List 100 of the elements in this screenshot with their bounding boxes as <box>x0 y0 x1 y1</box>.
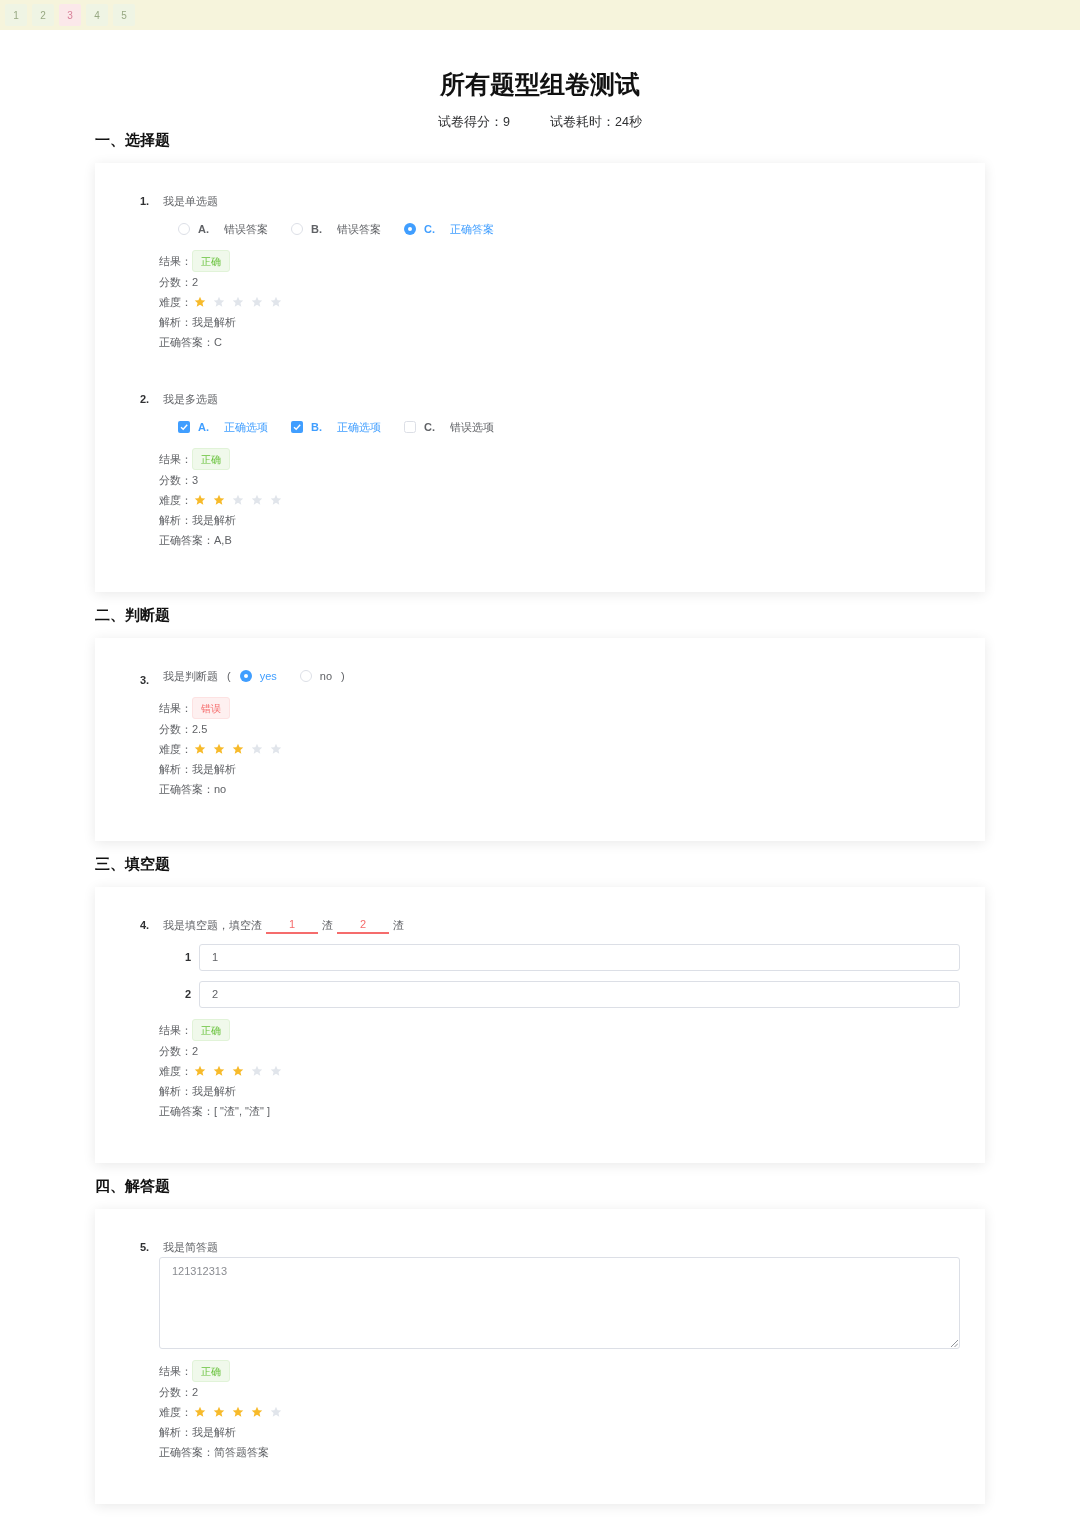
question-number: 2. <box>140 391 151 407</box>
star-icon <box>213 743 225 755</box>
question-nav-item[interactable]: 5 <box>113 4 135 26</box>
analysis-text: 解析：我是解析 <box>159 314 236 330</box>
analysis-text: 解析：我是解析 <box>159 512 236 528</box>
score-text: 分数：2 <box>159 1043 199 1059</box>
result-tag: 错误 <box>192 697 230 719</box>
correct-answer-text: 正确答案：[ "渣", "渣" ] <box>159 1103 270 1119</box>
star-icon <box>213 296 225 308</box>
star-icon <box>270 743 282 755</box>
result-label: 结果： <box>159 700 192 716</box>
analysis-text: 解析：我是解析 <box>159 1424 236 1440</box>
parenthesis-text: ( <box>227 668 231 684</box>
section-heading: 一、选择题 <box>95 129 170 150</box>
star-icon <box>270 1406 282 1418</box>
radio-icon[interactable] <box>239 670 252 682</box>
result-tag: 正确 <box>192 1360 230 1382</box>
radio-option[interactable]: C. 正确答案 <box>404 220 494 238</box>
star-icon <box>194 743 206 755</box>
correct-answer-text: 正确答案：简答题答案 <box>159 1444 269 1460</box>
star-icon <box>213 494 225 506</box>
checkbox-option[interactable]: C. 错误选项 <box>404 418 494 436</box>
star-icon <box>232 1065 244 1077</box>
star-icon <box>251 494 263 506</box>
star-icon <box>251 1406 263 1418</box>
correct-answer-text: 正确答案：C <box>159 334 222 350</box>
difficulty-label: 难度： <box>159 741 192 757</box>
result-label: 结果： <box>159 1022 192 1038</box>
star-icon <box>270 296 282 308</box>
difficulty-label: 难度： <box>159 294 192 310</box>
question-text: 渣 <box>393 917 404 933</box>
question-text: 渣 <box>322 917 333 933</box>
question-nav-item[interactable]: 1 <box>5 4 27 26</box>
result-label: 结果： <box>159 253 192 269</box>
result-tag: 正确 <box>192 1019 230 1041</box>
question-number: 1. <box>140 193 151 209</box>
star-icon <box>232 494 244 506</box>
input-field[interactable]: 1 <box>199 944 960 971</box>
star-icon <box>194 1406 206 1418</box>
question-text: 我是简答题 <box>163 1239 218 1255</box>
radio-option[interactable]: no <box>299 667 333 685</box>
checkbox-option[interactable]: B. 正确选项 <box>291 418 381 436</box>
checkbox-option[interactable]: A. 正确选项 <box>178 418 268 436</box>
summary-text: 试卷耗时：24秒 <box>550 113 642 131</box>
analysis-text: 解析：我是解析 <box>159 761 236 777</box>
fill-in-blank[interactable]: 1 <box>266 916 318 934</box>
question-number: 3. <box>140 672 151 688</box>
radio-option[interactable]: yes <box>239 667 277 685</box>
fill-in-blank[interactable]: 2 <box>337 916 389 934</box>
section-heading: 二、判断题 <box>95 604 170 625</box>
summary-text: 试卷得分：9 <box>438 113 510 131</box>
correct-answer-text: 正确答案：no <box>159 781 227 797</box>
radio-icon[interactable] <box>404 223 416 235</box>
difficulty-label: 难度： <box>159 1404 192 1420</box>
analysis-text: 解析：我是解析 <box>159 1083 236 1099</box>
star-icon <box>232 1406 244 1418</box>
star-icon <box>232 296 244 308</box>
input-field[interactable]: 2 <box>199 981 960 1008</box>
score-text: 分数：2 <box>159 1384 199 1400</box>
star-icon <box>213 1065 225 1077</box>
score-text: 分数：2 <box>159 274 199 290</box>
star-icon <box>270 494 282 506</box>
question-text: 我是填空题，填空渣 <box>163 917 262 933</box>
radio-option[interactable]: A. 错误答案 <box>178 220 268 238</box>
parenthesis-text: ) <box>341 668 345 684</box>
star-icon <box>251 1065 263 1077</box>
star-icon <box>194 1065 206 1077</box>
question-nav-item[interactable]: 3 <box>59 4 81 26</box>
question-nav-item[interactable]: 2 <box>32 4 54 26</box>
radio-option[interactable]: B. 错误答案 <box>291 220 381 238</box>
section-heading: 三、填空题 <box>95 853 170 874</box>
question-number: 4. <box>140 917 151 933</box>
resize-handle-icon[interactable] <box>951 1340 958 1347</box>
checkbox-icon[interactable] <box>404 421 416 433</box>
textarea-field[interactable]: 121312313 <box>159 1257 960 1349</box>
question-text: 我是单选题 <box>163 193 218 209</box>
result-label: 结果： <box>159 451 192 467</box>
radio-icon[interactable] <box>178 223 190 235</box>
checked-checkbox-icon[interactable] <box>178 421 190 433</box>
result-tag: 正确 <box>192 448 230 470</box>
blank-label: 2 <box>185 987 193 1003</box>
star-icon <box>251 743 263 755</box>
question-text: 我是判断题 <box>163 668 218 684</box>
section-heading: 四、解答题 <box>95 1175 170 1196</box>
radio-icon[interactable] <box>291 223 303 235</box>
radio-icon[interactable] <box>299 670 312 682</box>
score-text: 分数：2.5 <box>159 721 208 737</box>
question-nav-item[interactable]: 4 <box>86 4 108 26</box>
checked-checkbox-icon[interactable] <box>291 421 303 433</box>
result-label: 结果： <box>159 1363 192 1379</box>
question-number: 5. <box>140 1239 151 1255</box>
star-icon <box>213 1406 225 1418</box>
difficulty-label: 难度： <box>159 1063 192 1079</box>
question-text: 我是多选题 <box>163 391 218 407</box>
correct-answer-text: 正确答案：A,B <box>159 532 232 548</box>
star-icon <box>251 296 263 308</box>
score-text: 分数：3 <box>159 472 199 488</box>
result-tag: 正确 <box>192 250 230 272</box>
star-icon <box>232 743 244 755</box>
star-icon <box>194 296 206 308</box>
